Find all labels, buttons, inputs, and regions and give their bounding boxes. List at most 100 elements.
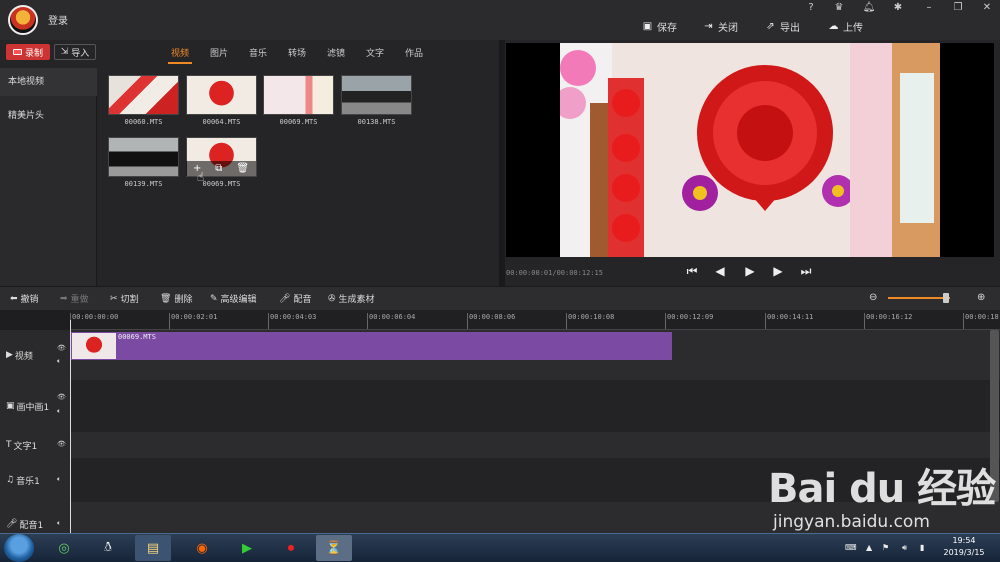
media-player-icon[interactable]: ▶ xyxy=(229,535,265,561)
media-thumbnail[interactable] xyxy=(108,137,179,177)
tray-arrow-icon[interactable]: ▲ xyxy=(866,543,872,552)
eye-icon[interactable]: 👁︎ xyxy=(57,440,66,448)
tab-images[interactable]: 图片 xyxy=(210,46,228,59)
close-label: 关闭 xyxy=(718,22,738,34)
save-button[interactable]: ▣ 保存 xyxy=(642,18,677,34)
login-link[interactable]: 登录 xyxy=(48,12,68,27)
zoom-in-icon[interactable]: ⊕ xyxy=(977,292,985,303)
ruler-label: 00:00:14:11 xyxy=(767,313,814,321)
network-icon[interactable]: ▮ xyxy=(920,543,924,552)
media-thumbnail[interactable] xyxy=(186,75,257,115)
ruler-label: 00:00:00:00 xyxy=(72,313,119,321)
active-tab-indicator xyxy=(168,62,192,64)
import-button[interactable]: ⇲ 导入 xyxy=(54,44,96,60)
upload-button[interactable]: ☁ 上传 xyxy=(828,18,864,34)
tab-music[interactable]: 音乐 xyxy=(249,46,267,59)
library-sidebar xyxy=(0,68,97,286)
minimize-icon[interactable]: – xyxy=(921,2,937,16)
volume-icon[interactable]: 🔊︎ xyxy=(902,543,907,553)
explorer-icon[interactable]: ▤ xyxy=(135,535,171,561)
cursor-hand-icon: ☝ xyxy=(197,170,205,184)
close-project-button[interactable]: ⇥ 关闭 xyxy=(703,18,738,34)
media-thumbnail[interactable] xyxy=(108,75,179,115)
generate-clip-button[interactable]: ✇ 生成素材 xyxy=(328,292,375,306)
tab-video[interactable]: 视频 xyxy=(171,46,189,59)
export-label: 导出 xyxy=(780,22,800,34)
tab-works[interactable]: 作品 xyxy=(405,46,423,59)
flag-icon[interactable]: ⚑ xyxy=(882,543,889,552)
video-editor-icon[interactable]: ⏳ xyxy=(316,535,352,561)
speaker-icon[interactable]: 🔈︎ xyxy=(57,357,61,366)
help-icon[interactable]: ? xyxy=(803,2,819,16)
save-icon: ▣ xyxy=(642,20,653,32)
sidebar-item-intros[interactable]: 精美片头 xyxy=(0,102,97,130)
export-button[interactable]: ⇗ 导出 xyxy=(765,18,800,34)
ruler-tick xyxy=(169,313,170,329)
undo-button[interactable]: ⬅ 撤销 xyxy=(10,292,39,306)
track-text[interactable] xyxy=(0,432,1000,458)
clock-date: 2019/3/15 xyxy=(943,548,985,557)
vip-icon[interactable]: ♛ xyxy=(831,2,847,16)
trash-icon: 🗑︎ xyxy=(160,293,172,304)
firefox-icon[interactable]: ◉ xyxy=(184,535,220,561)
speaker-icon[interactable]: 🔈︎ xyxy=(57,407,61,416)
redo-label: 重做 xyxy=(70,295,89,305)
screen-recorder-icon[interactable]: ⏺ xyxy=(273,535,309,561)
pip-icon[interactable]: ⧉ xyxy=(215,163,222,174)
redo-button[interactable]: ➡ 重做 xyxy=(60,292,89,306)
advanced-edit-button[interactable]: ✎ 高级编辑 xyxy=(210,292,257,306)
bell-icon[interactable]: 🔔︎ xyxy=(861,2,877,16)
ruler-label: 00:00:16:12 xyxy=(866,313,913,321)
360-icon[interactable]: ◎ xyxy=(46,535,82,561)
microphone-icon: 🎤︎ xyxy=(279,293,291,304)
timeline-clip[interactable] xyxy=(71,332,672,360)
track-label: 画中画1 xyxy=(16,402,50,413)
zoom-slider-handle[interactable] xyxy=(943,293,949,303)
ruler-label: 00:00:04:03 xyxy=(270,313,317,321)
app-logo xyxy=(8,5,38,35)
speaker-icon[interactable]: 🔈︎ xyxy=(57,475,61,484)
ruler-tick xyxy=(864,313,865,329)
ruler-tick xyxy=(367,313,368,329)
skip-to-end-icon[interactable]: ⏭ xyxy=(799,264,813,278)
speaker-icon[interactable]: 🔈︎ xyxy=(57,519,61,528)
ruler-label: 00:00:10:08 xyxy=(568,313,615,321)
restore-icon[interactable]: ❐ xyxy=(950,2,966,16)
microphone-icon: 🎤︎ xyxy=(6,519,18,529)
eye-icon[interactable]: 👁︎ xyxy=(57,344,66,352)
track-label: 视频 xyxy=(14,351,33,362)
zoom-out-icon[interactable]: ⊖ xyxy=(869,292,877,303)
record-icon xyxy=(12,49,22,55)
record-button[interactable]: 录制 xyxy=(6,44,50,60)
media-label: 00138.MTS xyxy=(357,118,396,126)
save-label: 保存 xyxy=(657,22,677,34)
gear-icon[interactable]: ✱ xyxy=(890,2,906,16)
eye-icon[interactable]: 👁︎ xyxy=(57,393,66,401)
track-label: 音乐1 xyxy=(16,476,40,487)
next-frame-icon[interactable]: ▶︎ xyxy=(771,264,785,278)
start-button[interactable] xyxy=(4,534,34,562)
playhead[interactable] xyxy=(70,320,71,533)
zoom-slider[interactable] xyxy=(888,297,950,299)
tab-transition[interactable]: 转场 xyxy=(288,46,306,59)
music-note-icon: ♫ xyxy=(6,475,15,485)
play-icon[interactable]: ▶ xyxy=(743,264,757,278)
tab-filter[interactable]: 滤镜 xyxy=(327,46,345,59)
delete-label: 删除 xyxy=(174,295,193,305)
media-thumbnail[interactable] xyxy=(341,75,412,115)
dub-button[interactable]: 🎤︎ 配音 xyxy=(279,292,311,306)
close-icon[interactable]: ✕ xyxy=(979,2,995,16)
track-pip[interactable] xyxy=(0,380,1000,432)
trash-icon[interactable]: 🗑︎ xyxy=(236,163,249,174)
delete-button[interactable]: 🗑︎ 删除 xyxy=(160,292,193,306)
media-thumbnail[interactable] xyxy=(263,75,334,115)
prev-frame-icon[interactable]: ◀︎ xyxy=(713,264,727,278)
qq-icon[interactable]: 🐧︎ xyxy=(90,535,126,561)
media-label: 00060.MTS xyxy=(124,118,163,126)
track-label: 配音1 xyxy=(19,520,44,531)
sidebar-item-local-video[interactable]: 本地视频 xyxy=(0,68,97,96)
keyboard-icon[interactable]: ⌨ xyxy=(845,543,857,552)
cut-button[interactable]: ✂ 切割 xyxy=(110,292,139,306)
tab-text[interactable]: 文字 xyxy=(366,46,384,59)
skip-to-start-icon[interactable]: ⏮ xyxy=(685,264,699,278)
